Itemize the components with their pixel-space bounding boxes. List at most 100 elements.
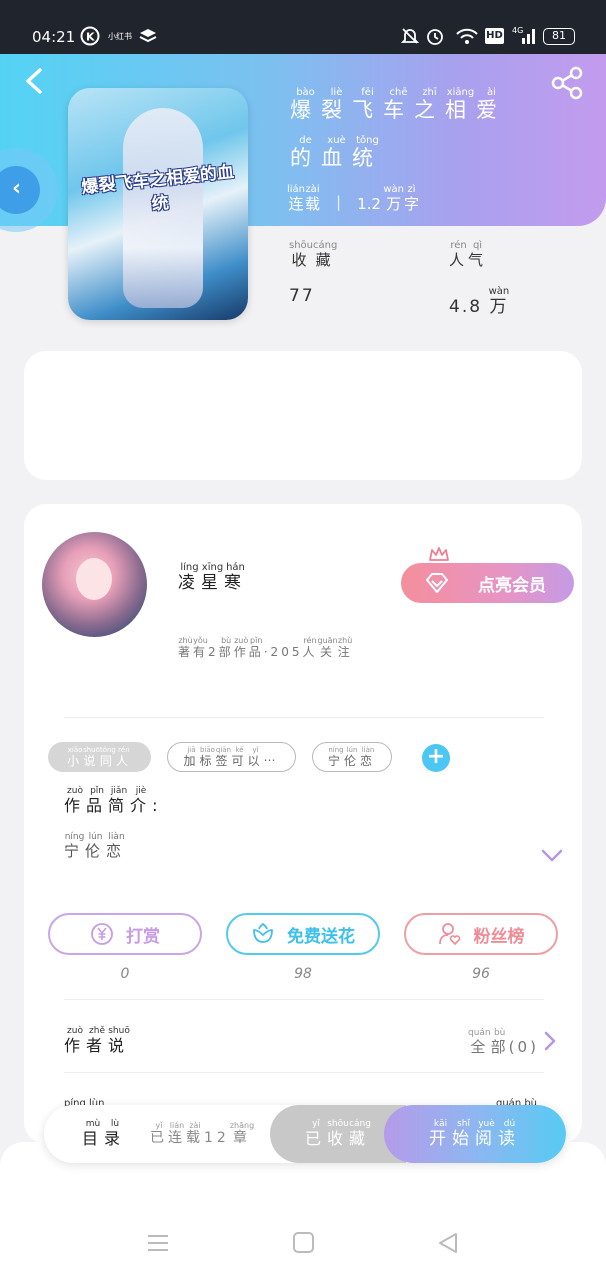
author-subtitle: 著zhù有yǒu2部bù作zuò品pǐn·205人rén关guān注zhù xyxy=(178,636,353,660)
start-char: 阅yuè xyxy=(475,1119,498,1149)
author-name-char: 寒hán xyxy=(224,562,247,593)
start-char: 始shǐ xyxy=(452,1119,475,1149)
title-char: 爱ài xyxy=(476,87,507,122)
title-char: 爆bào xyxy=(290,87,321,122)
flower-count: 98 xyxy=(294,966,312,982)
back-button[interactable] xyxy=(22,66,48,96)
author-says-char: 者zhě xyxy=(86,1026,109,1055)
title-char: 之zhī xyxy=(414,87,445,122)
serial-char: 连lián xyxy=(168,1121,186,1146)
title-char: 血xuè xyxy=(321,135,352,170)
tip-count: 0 xyxy=(120,966,130,982)
book-cover[interactable]: 爆裂飞车之相爱的血统 xyxy=(68,88,248,320)
tag-ship[interactable]: 宁níng 伦lún 恋liàn xyxy=(312,742,392,772)
intro-heading-char: 介jiè xyxy=(130,786,153,815)
tag-add-hint[interactable]: 加jiā 标biāo 签qiān 可kě 以yǐ… xyxy=(167,742,296,772)
app-k-icon: K xyxy=(80,26,100,46)
toc-char: 录lù xyxy=(104,1119,127,1148)
intro-heading-char: 品pǐn xyxy=(86,786,109,815)
vip-button[interactable]: 点亮会员 xyxy=(401,563,574,603)
author-name[interactable]: 凌líng星xīng寒hán xyxy=(178,562,247,593)
author-sub-char: · xyxy=(263,645,271,659)
status-time: 04:21 xyxy=(32,28,76,46)
start-char: 开kāi xyxy=(429,1119,452,1149)
serial-char: 2 xyxy=(216,1130,230,1146)
author-says-right-char: ) xyxy=(530,1038,539,1056)
hd-icon: HD xyxy=(485,28,504,44)
status-small-label: 小红书 xyxy=(108,32,132,41)
intro-text: 宁níng伦lún恋liàn xyxy=(64,832,127,861)
back-triangle-icon[interactable] xyxy=(436,1232,460,1254)
title-char: 相xiāng xyxy=(445,87,476,122)
author-says-right-char: 0 xyxy=(517,1038,531,1056)
battery-icon: 81 xyxy=(543,28,575,45)
title-char: 裂liè xyxy=(321,87,352,122)
divider xyxy=(64,717,544,718)
intro-heading-char: : xyxy=(152,796,164,815)
expand-chevron-icon[interactable] xyxy=(540,848,564,864)
author-sub-char: 部bù xyxy=(218,636,234,659)
start-reading-button[interactable]: 开kāi 始shǐ 阅yuè 读dú xyxy=(384,1105,566,1163)
pop-label-char: 人rén xyxy=(449,240,469,269)
stat-popularity: 人rén气qì 4.8 万wàn xyxy=(449,240,509,317)
book-title: 爆bào裂liè飞fēi车chē之zhī相xiāng爱ài 的de血xuè统tǒn… xyxy=(290,86,590,182)
title-char: 飞fēi xyxy=(352,87,383,122)
tag-char: 标biāo xyxy=(199,745,216,768)
read-bar: 目mù录lù 已yǐ连lián载zài12章zhāng 已yǐ 收shōu 藏cán… xyxy=(44,1105,566,1163)
tag-char: 签qiān xyxy=(215,745,232,768)
serial-status: 连lián载zài xyxy=(287,184,320,219)
author-sub-char: 关guān xyxy=(317,636,338,659)
divider xyxy=(64,999,544,1000)
collected-char: 已yǐ xyxy=(304,1119,327,1148)
author-sub-char: 注zhù xyxy=(337,636,353,659)
author-says-char: 作zuò xyxy=(64,1026,87,1055)
add-tag-button[interactable]: + xyxy=(422,744,450,772)
serial-chapters: 已yǐ连lián载zài12章zhāng xyxy=(150,1121,254,1147)
author-sub-char: 2 xyxy=(208,645,219,659)
author-says-right-char: 全quán xyxy=(468,1028,491,1056)
serial-char: 章zhāng xyxy=(229,1121,255,1146)
title-char: 的de xyxy=(290,135,321,170)
home-square-icon[interactable] xyxy=(292,1232,316,1254)
back-arrow-icon xyxy=(26,68,42,94)
author-says-label[interactable]: 作zuò者zhě说shuō xyxy=(64,1026,130,1056)
pop-label-char: 气qì xyxy=(468,240,488,269)
author-says-char: 说shuō xyxy=(108,1026,131,1055)
author-name-char: 凌líng xyxy=(178,562,201,593)
stat-popularity-value: 4.8 万wàn xyxy=(449,286,510,317)
stat-collect: 收shōu藏cáng 77 xyxy=(289,240,337,306)
fan-ranking-button[interactable]: 粉丝榜 xyxy=(404,913,558,955)
start-char: 读dú xyxy=(498,1119,521,1149)
side-arrow-icon: ‹ xyxy=(12,176,22,201)
tag-char: 同tóng xyxy=(99,745,116,768)
signal-4g-icon: 4G xyxy=(512,26,538,46)
tip-button[interactable]: 打赏 xyxy=(48,913,202,955)
author-sub-char: 0 xyxy=(281,645,292,659)
tag-char: 恋liàn xyxy=(360,745,377,768)
toc-button[interactable]: 目mù录lù xyxy=(82,1119,126,1149)
title-char: 车chē xyxy=(383,87,414,122)
toc-char: 目mù xyxy=(82,1119,105,1148)
tag-char: 说shuō xyxy=(83,745,100,768)
intro-heading-char: 作zuò xyxy=(64,786,87,815)
intro-text-char: 宁níng xyxy=(64,832,86,860)
author-avatar[interactable] xyxy=(42,532,147,637)
intro-heading-char: 简jiǎn xyxy=(108,786,131,815)
author-says-all[interactable]: 全quán部bù(0) xyxy=(468,1028,539,1057)
tag-fanfic[interactable]: 小xiǎo 说shuō 同tóng 人rén xyxy=(48,742,151,772)
blank-card xyxy=(24,351,582,480)
send-flower-button[interactable]: 免费送花 xyxy=(226,913,380,955)
tag-char: 宁níng xyxy=(327,745,344,768)
svg-text:K: K xyxy=(86,31,95,44)
chevron-right-icon[interactable] xyxy=(543,1031,557,1051)
menu-icon[interactable] xyxy=(146,1232,170,1254)
wifi-icon xyxy=(455,26,479,46)
author-says-right-char: 部bù xyxy=(490,1028,509,1056)
stat-collect-value: 77 xyxy=(289,286,315,306)
collected-char: 收shōu xyxy=(326,1119,349,1148)
word-count: 1.2 万wàn字zì xyxy=(357,184,420,213)
author-sub-char: 著zhù xyxy=(178,636,194,659)
status-char: 连lián xyxy=(287,184,306,213)
serial-char: 载zài xyxy=(186,1121,204,1146)
tag-char: 人rén xyxy=(115,745,132,768)
